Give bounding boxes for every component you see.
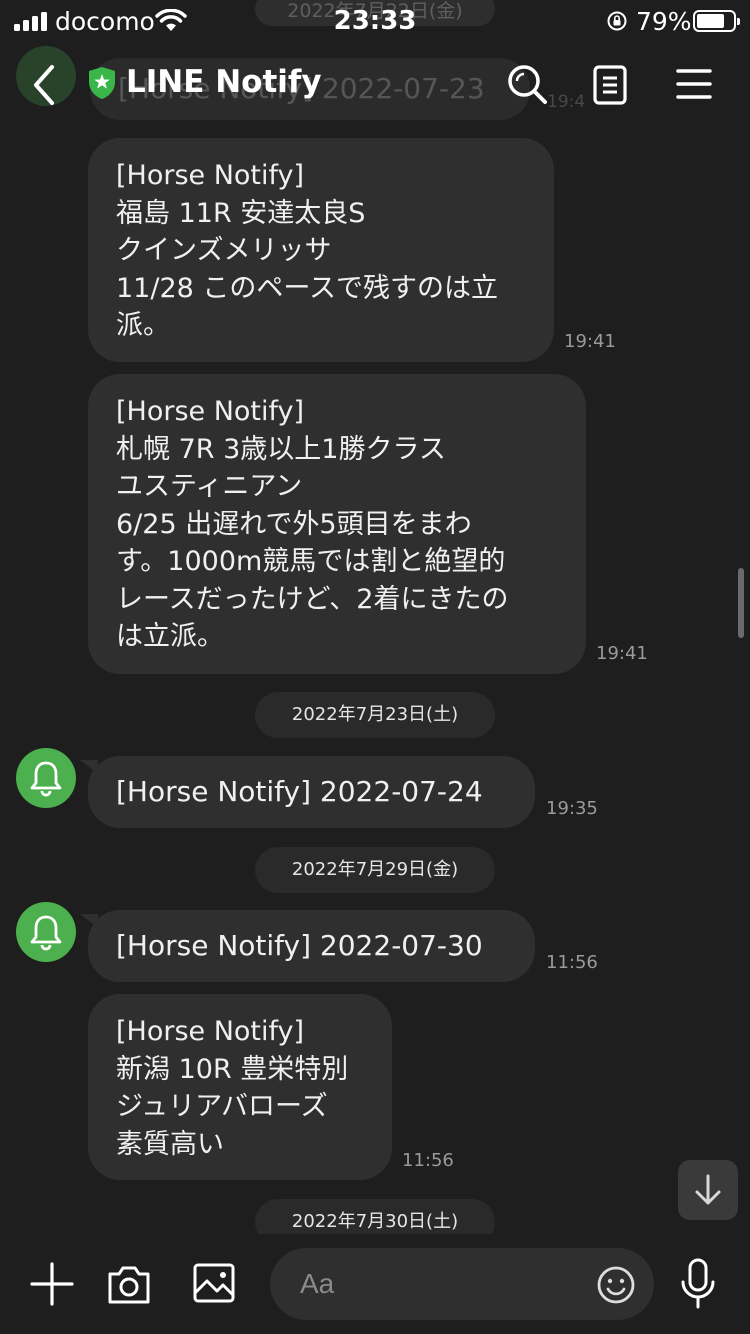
message-time: 19:41 xyxy=(564,331,616,352)
message-bubble[interactable]: [Horse Notify] 新潟 10R 豊栄特別 ジュリアバローズ 素質高い xyxy=(88,994,392,1180)
plus-icon[interactable] xyxy=(30,1262,74,1306)
status-bar: docomo 2022年7月22日(金) 23:33 79% xyxy=(0,0,750,42)
rotation-lock-icon xyxy=(607,11,627,31)
notes-icon[interactable] xyxy=(592,64,628,106)
bell-icon xyxy=(30,761,62,797)
date-separator: 2022年7月23日(土) xyxy=(255,692,495,738)
sender-avatar[interactable] xyxy=(16,748,76,808)
chat-title: LINE Notify xyxy=(126,64,322,100)
chat-header: LINE Notify xyxy=(0,48,750,128)
date-separator: 2022年7月29日(金) xyxy=(255,847,495,893)
back-chevron-icon[interactable] xyxy=(26,60,66,110)
camera-icon[interactable] xyxy=(106,1262,152,1306)
search-icon[interactable] xyxy=(505,62,549,106)
arrow-down-icon xyxy=(695,1174,721,1205)
battery-icon xyxy=(693,10,740,32)
battery-percentage: 79% xyxy=(636,7,692,36)
message-time: 19:41 xyxy=(596,643,648,664)
image-icon[interactable] xyxy=(192,1262,236,1304)
message-time: 11:56 xyxy=(546,952,598,973)
message-bubble[interactable]: [Horse Notify] 2022-07-24 xyxy=(88,756,535,828)
message-input[interactable] xyxy=(300,1248,590,1320)
message-time: 19:35 xyxy=(546,798,598,819)
message-bubble[interactable]: [Horse Notify] 2022-07-30 xyxy=(88,910,535,982)
message-bubble[interactable]: [Horse Notify] 札幌 7R 3歳以上1勝クラス ユスティニアン 6… xyxy=(88,374,586,674)
scrollbar[interactable] xyxy=(738,568,744,638)
menu-icon[interactable] xyxy=(676,68,712,100)
sender-avatar[interactable] xyxy=(16,902,76,962)
shield-star-icon xyxy=(89,67,115,99)
mic-icon[interactable] xyxy=(680,1258,716,1310)
message-bubble[interactable]: [Horse Notify] 福島 11R 安達太良S クインズメリッサ 11/… xyxy=(88,138,554,362)
message-input-field xyxy=(270,1248,654,1320)
message-time: 11:56 xyxy=(402,1150,454,1171)
message-input-bar xyxy=(0,1234,750,1334)
bell-icon xyxy=(30,915,62,951)
scroll-to-bottom-button[interactable] xyxy=(678,1160,738,1220)
emoji-icon[interactable] xyxy=(596,1265,636,1305)
